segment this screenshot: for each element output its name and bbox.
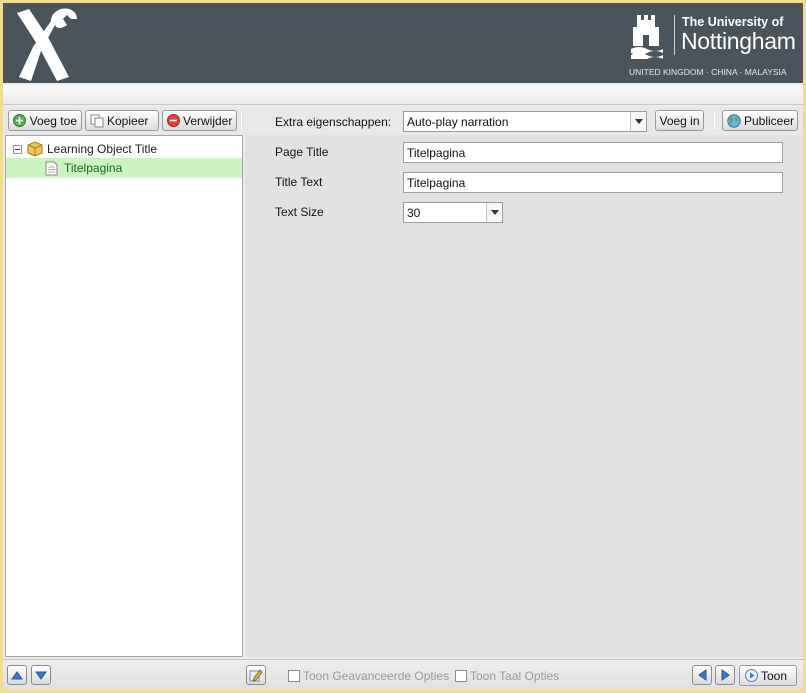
copy-button-label: Kopieer <box>107 113 149 128</box>
toolbar-divider <box>241 112 242 130</box>
arrow-right-icon <box>721 669 730 681</box>
menu-bar <box>3 85 803 105</box>
app-window: The University of Nottingham UNITED KING… <box>3 3 803 690</box>
page-title-input[interactable]: Titelpagina <box>403 142 783 163</box>
tree-root-item[interactable]: Learning Object Title <box>6 139 242 159</box>
move-down-button[interactable] <box>31 665 51 685</box>
logo-divider <box>674 15 675 55</box>
university-logo: The University of Nottingham UNITED KING… <box>629 11 799 81</box>
collapse-toggle-icon[interactable] <box>13 144 22 154</box>
publish-button-label: Publiceer <box>744 113 795 128</box>
tools-logo-icon <box>17 8 77 81</box>
delete-button-label: Verwijder <box>183 113 233 128</box>
copy-button[interactable]: Kopieer <box>85 110 159 131</box>
checkbox-box[interactable] <box>288 670 300 682</box>
show-preview-button[interactable]: Toon <box>739 665 797 686</box>
insert-button[interactable]: Voeg in <box>655 110 704 131</box>
text-size-label: Text Size <box>275 205 324 219</box>
title-text-label: Title Text <box>275 175 323 189</box>
edit-tool-button[interactable] <box>246 665 266 685</box>
header-banner: The University of Nottingham UNITED KING… <box>3 3 803 83</box>
toolbar-divider <box>714 112 715 130</box>
chevron-down-icon[interactable] <box>630 112 646 131</box>
delete-button[interactable]: Verwijder <box>162 110 237 131</box>
arrow-up-icon <box>11 670 23 679</box>
extra-properties-label: Extra eigenschappen: <box>275 115 392 129</box>
tree-item-titelpagina[interactable]: Titelpagina <box>6 158 242 178</box>
page-tree-panel: Learning Object Title Titelpagina <box>5 135 243 657</box>
university-name-line1: The University of <box>682 15 784 29</box>
show-preview-label: Toon <box>761 668 788 683</box>
text-size-select[interactable]: 30 <box>403 202 503 223</box>
package-box-icon <box>27 141 43 157</box>
university-campuses: UNITED KINGDOM · CHINA · MALAYSIA <box>629 67 787 77</box>
next-page-button[interactable] <box>715 665 735 685</box>
arrow-down-icon <box>35 671 47 680</box>
plus-circle-icon <box>13 114 27 128</box>
tree-root-label: Learning Object Title <box>47 142 158 156</box>
extra-properties-value: Auto-play narration <box>407 114 509 129</box>
properties-panel: Page Title Titelpagina Title Text Titelp… <box>245 135 803 657</box>
tree-item-label: Titelpagina <box>64 161 123 175</box>
page-title-label: Page Title <box>275 145 329 159</box>
toolbar: Voeg toe Kopieer Verwijder Extra eigensc… <box>3 107 803 135</box>
language-options-checkbox[interactable]: Toon Taal Opties <box>455 669 559 683</box>
minus-circle-icon <box>167 114 180 128</box>
extra-properties-select[interactable]: Auto-play narration <box>403 111 647 132</box>
advanced-options-label: Toon Geavanceerde Opties <box>303 669 450 683</box>
copy-icon <box>90 114 104 128</box>
title-text-input[interactable]: Titelpagina <box>403 172 783 193</box>
play-icon <box>744 669 758 683</box>
add-button[interactable]: Voeg toe <box>8 110 82 131</box>
insert-button-label: Voeg in <box>659 113 700 128</box>
publish-button[interactable]: Publiceer <box>722 110 798 131</box>
page-document-icon <box>45 161 58 176</box>
language-options-label: Toon Taal Opties <box>470 669 560 683</box>
status-bar: Toon Geavanceerde Opties Toon Taal Optie… <box>3 659 803 690</box>
castle-crest-icon <box>631 15 663 59</box>
globe-icon <box>727 113 741 128</box>
move-up-button[interactable] <box>7 665 27 685</box>
pencil-icon <box>249 669 263 682</box>
university-name-line2: Nottingham <box>681 28 796 54</box>
checkbox-box[interactable] <box>455 670 467 682</box>
text-size-value: 30 <box>407 205 421 220</box>
arrow-left-icon <box>697 669 706 681</box>
advanced-options-checkbox[interactable]: Toon Geavanceerde Opties <box>288 669 449 683</box>
add-button-label: Voeg toe <box>29 113 77 128</box>
chevron-down-icon[interactable] <box>486 203 502 222</box>
previous-page-button[interactable] <box>692 665 712 685</box>
